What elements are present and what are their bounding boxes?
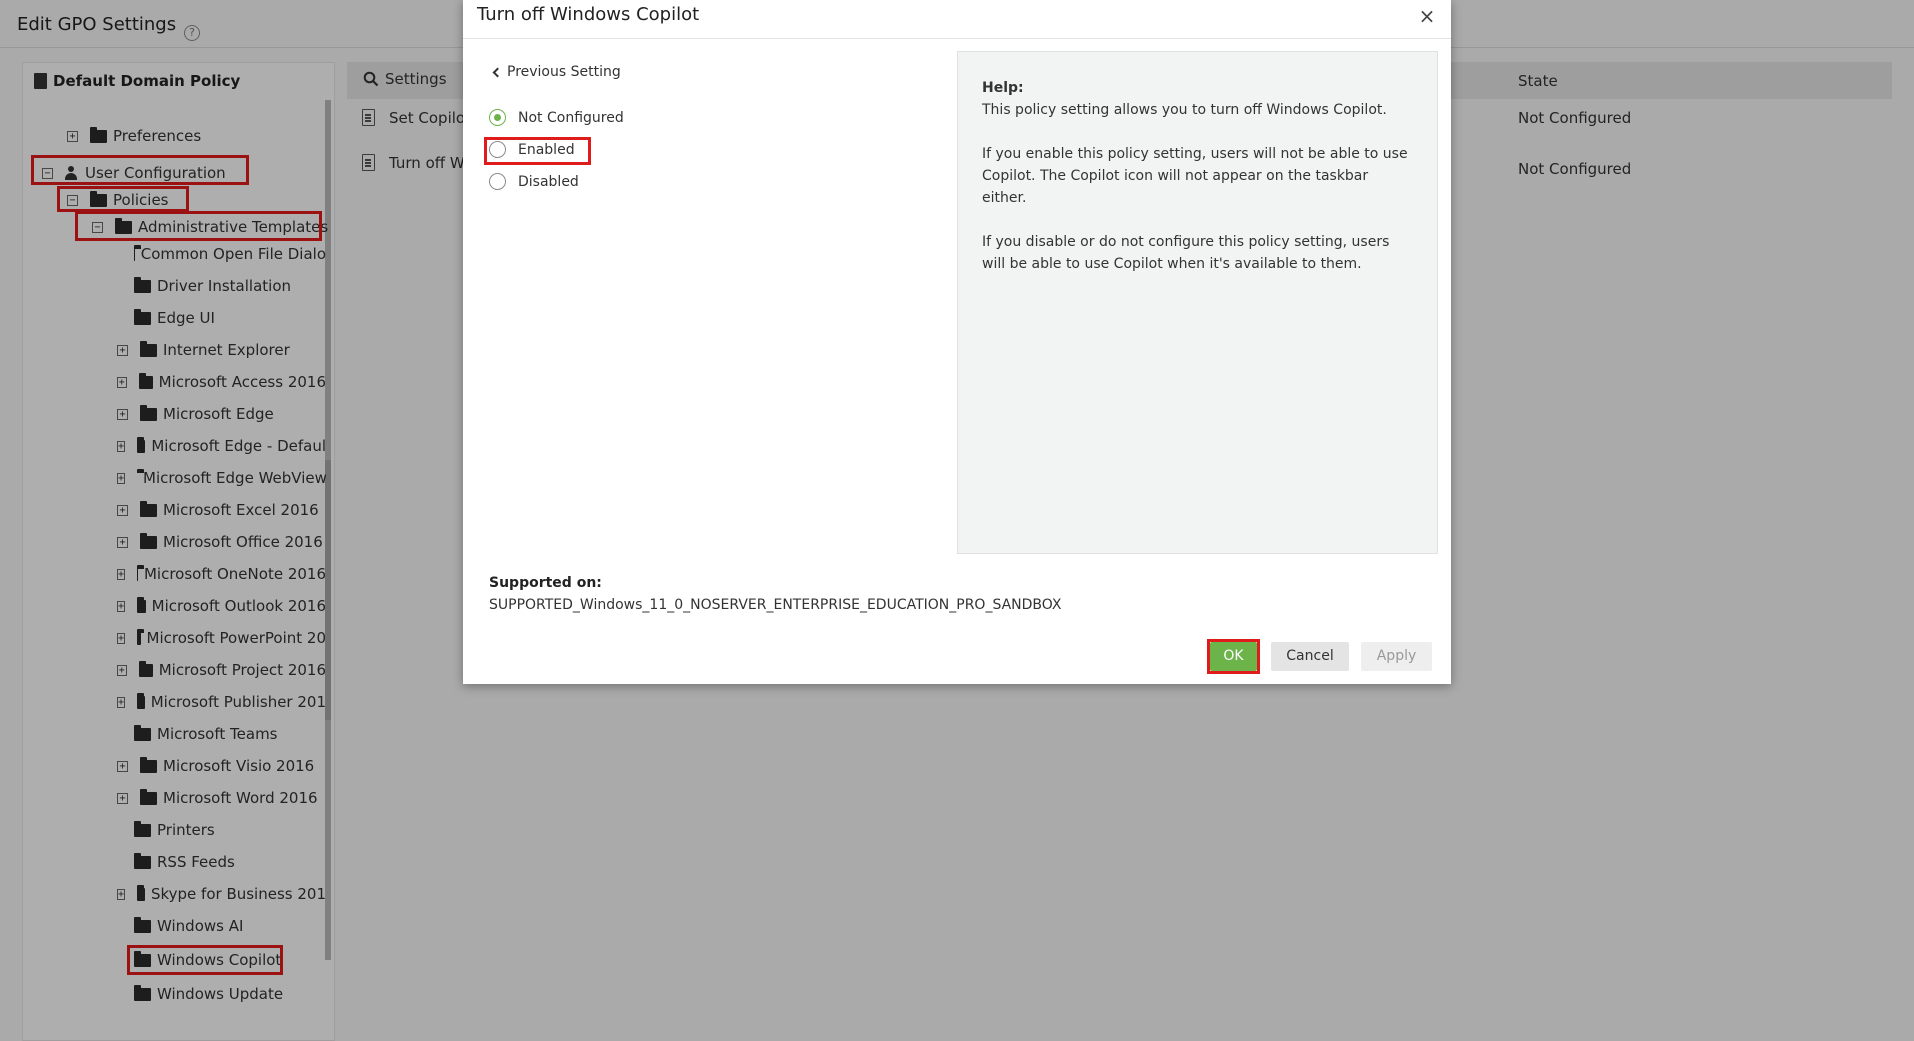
highlight-ok-button xyxy=(1207,639,1260,674)
help-panel: Help: This policy setting allows you to … xyxy=(957,51,1438,554)
option-label: Disabled xyxy=(518,173,579,190)
highlight-enabled-option xyxy=(484,137,591,165)
dialog-title: Turn off Windows Copilot xyxy=(477,4,700,25)
dialog-header: Turn off Windows Copilot × xyxy=(463,0,1451,39)
option-label: Not Configured xyxy=(518,109,624,126)
chevron-left-icon xyxy=(492,67,503,77)
apply-button[interactable]: Apply xyxy=(1361,642,1432,671)
previous-setting-link[interactable]: Previous Setting xyxy=(491,64,621,80)
help-text: If you enable this policy setting, users… xyxy=(982,146,1408,206)
cancel-button[interactable]: Cancel xyxy=(1271,642,1349,671)
supported-on-label: Supported on: xyxy=(489,575,602,591)
option-disabled[interactable]: Disabled xyxy=(489,173,579,190)
close-icon[interactable]: × xyxy=(1417,6,1437,26)
supported-on-value: SUPPORTED_Windows_11_0_NOSERVER_ENTERPRI… xyxy=(489,597,1062,613)
help-title: Help: xyxy=(982,80,1024,96)
radio-disabled[interactable] xyxy=(489,173,506,190)
radio-not-configured[interactable] xyxy=(489,109,506,126)
help-text: This policy setting allows you to turn o… xyxy=(982,102,1387,118)
help-text: If you disable or do not configure this … xyxy=(982,234,1390,272)
policy-dialog: Turn off Windows Copilot × Previous Sett… xyxy=(463,0,1451,684)
option-not-configured[interactable]: Not Configured xyxy=(489,109,624,126)
previous-setting-label: Previous Setting xyxy=(507,64,621,80)
